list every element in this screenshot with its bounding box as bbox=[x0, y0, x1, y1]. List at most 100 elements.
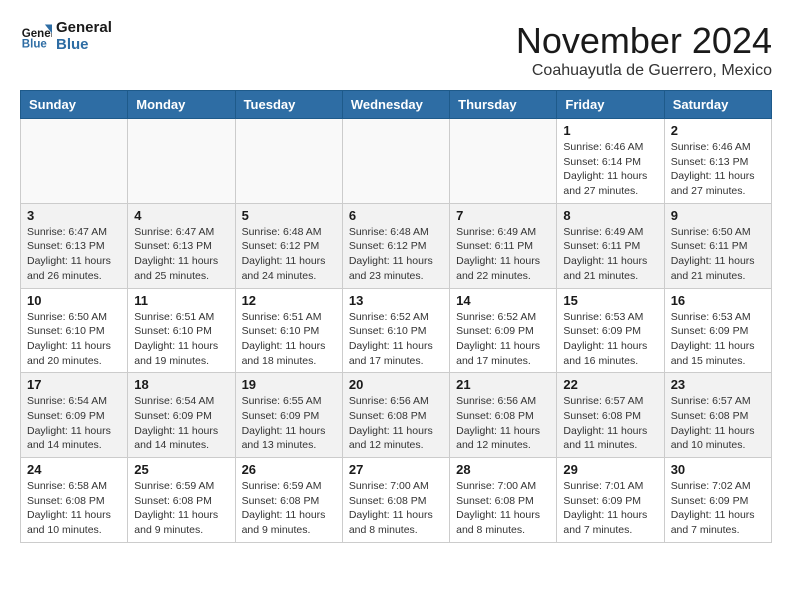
day-number: 18 bbox=[134, 377, 228, 392]
day-number: 30 bbox=[671, 462, 765, 477]
day-info: Sunrise: 6:52 AMSunset: 6:10 PMDaylight:… bbox=[349, 310, 443, 369]
day-info: Sunrise: 6:46 AMSunset: 6:14 PMDaylight:… bbox=[563, 140, 657, 199]
day-number: 22 bbox=[563, 377, 657, 392]
day-info: Sunrise: 7:02 AMSunset: 6:09 PMDaylight:… bbox=[671, 479, 765, 538]
day-number: 12 bbox=[242, 293, 336, 308]
calendar-cell bbox=[128, 119, 235, 204]
calendar-cell bbox=[235, 119, 342, 204]
calendar-cell: 1 Sunrise: 6:46 AMSunset: 6:14 PMDaylight… bbox=[557, 119, 664, 204]
svg-text:Blue: Blue bbox=[22, 38, 48, 50]
day-info: Sunrise: 6:50 AMSunset: 6:11 PMDaylight:… bbox=[671, 225, 765, 284]
calendar-cell: 23 Sunrise: 6:57 AMSunset: 6:08 PMDayligh… bbox=[664, 373, 771, 458]
day-number: 13 bbox=[349, 293, 443, 308]
day-number: 21 bbox=[456, 377, 550, 392]
weekday-header-saturday: Saturday bbox=[664, 91, 771, 119]
day-info: Sunrise: 6:54 AMSunset: 6:09 PMDaylight:… bbox=[134, 394, 228, 453]
day-info: Sunrise: 6:51 AMSunset: 6:10 PMDaylight:… bbox=[134, 310, 228, 369]
day-info: Sunrise: 6:57 AMSunset: 6:08 PMDaylight:… bbox=[671, 394, 765, 453]
day-number: 26 bbox=[242, 462, 336, 477]
day-number: 25 bbox=[134, 462, 228, 477]
calendar-cell bbox=[342, 119, 449, 204]
weekday-header-tuesday: Tuesday bbox=[235, 91, 342, 119]
logo: General Blue General Blue bbox=[20, 20, 112, 53]
day-number: 23 bbox=[671, 377, 765, 392]
calendar-cell: 6 Sunrise: 6:48 AMSunset: 6:12 PMDaylight… bbox=[342, 203, 449, 288]
day-info: Sunrise: 6:46 AMSunset: 6:13 PMDaylight:… bbox=[671, 140, 765, 199]
day-number: 17 bbox=[27, 377, 121, 392]
calendar-cell bbox=[450, 119, 557, 204]
logo-blue: Blue bbox=[56, 37, 112, 54]
calendar-cell: 27 Sunrise: 7:00 AMSunset: 6:08 PMDayligh… bbox=[342, 458, 449, 543]
calendar-cell: 3 Sunrise: 6:47 AMSunset: 6:13 PMDaylight… bbox=[21, 203, 128, 288]
day-number: 1 bbox=[563, 123, 657, 138]
day-info: Sunrise: 6:57 AMSunset: 6:08 PMDaylight:… bbox=[563, 394, 657, 453]
calendar-cell: 14 Sunrise: 6:52 AMSunset: 6:09 PMDayligh… bbox=[450, 288, 557, 373]
calendar-cell: 22 Sunrise: 6:57 AMSunset: 6:08 PMDayligh… bbox=[557, 373, 664, 458]
calendar-cell: 2Sunrise: 6:46 AMSunset: 6:13 PMDaylight… bbox=[664, 119, 771, 204]
calendar-cell: 9 Sunrise: 6:50 AMSunset: 6:11 PMDaylight… bbox=[664, 203, 771, 288]
title-area: November 2024 Coahuayutla de Guerrero, M… bbox=[516, 20, 772, 80]
day-number: 4 bbox=[134, 208, 228, 223]
day-info: Sunrise: 6:58 AMSunset: 6:08 PMDaylight:… bbox=[27, 479, 121, 538]
calendar-cell: 30 Sunrise: 7:02 AMSunset: 6:09 PMDayligh… bbox=[664, 458, 771, 543]
day-info: Sunrise: 6:54 AMSunset: 6:09 PMDaylight:… bbox=[27, 394, 121, 453]
calendar-cell: 5Sunrise: 6:48 AMSunset: 6:12 PMDaylight… bbox=[235, 203, 342, 288]
day-info: Sunrise: 6:49 AMSunset: 6:11 PMDaylight:… bbox=[456, 225, 550, 284]
day-number: 5 bbox=[242, 208, 336, 223]
calendar-cell: 18 Sunrise: 6:54 AMSunset: 6:09 PMDayligh… bbox=[128, 373, 235, 458]
day-info: Sunrise: 7:00 AMSunset: 6:08 PMDaylight:… bbox=[349, 479, 443, 538]
calendar-cell: 15Sunrise: 6:53 AMSunset: 6:09 PMDayligh… bbox=[557, 288, 664, 373]
day-info: Sunrise: 6:59 AMSunset: 6:08 PMDaylight:… bbox=[134, 479, 228, 538]
day-info: Sunrise: 6:59 AMSunset: 6:08 PMDaylight:… bbox=[242, 479, 336, 538]
weekday-header-wednesday: Wednesday bbox=[342, 91, 449, 119]
day-info: Sunrise: 6:50 AMSunset: 6:10 PMDaylight:… bbox=[27, 310, 121, 369]
day-number: 14 bbox=[456, 293, 550, 308]
day-number: 20 bbox=[349, 377, 443, 392]
day-info: Sunrise: 6:53 AMSunset: 6:09 PMDaylight:… bbox=[671, 310, 765, 369]
calendar-cell bbox=[21, 119, 128, 204]
day-info: Sunrise: 6:56 AMSunset: 6:08 PMDaylight:… bbox=[456, 394, 550, 453]
calendar-cell: 10 Sunrise: 6:50 AMSunset: 6:10 PMDayligh… bbox=[21, 288, 128, 373]
day-info: Sunrise: 7:00 AMSunset: 6:08 PMDaylight:… bbox=[456, 479, 550, 538]
day-number: 3 bbox=[27, 208, 121, 223]
day-number: 16 bbox=[671, 293, 765, 308]
weekday-header-monday: Monday bbox=[128, 91, 235, 119]
day-number: 11 bbox=[134, 293, 228, 308]
day-number: 8 bbox=[563, 208, 657, 223]
day-info: Sunrise: 6:55 AMSunset: 6:09 PMDaylight:… bbox=[242, 394, 336, 453]
month-title: November 2024 bbox=[516, 20, 772, 62]
day-info: Sunrise: 6:47 AMSunset: 6:13 PMDaylight:… bbox=[134, 225, 228, 284]
calendar-cell: 17 Sunrise: 6:54 AMSunset: 6:09 PMDayligh… bbox=[21, 373, 128, 458]
day-number: 19 bbox=[242, 377, 336, 392]
calendar-cell: 13 Sunrise: 6:52 AMSunset: 6:10 PMDayligh… bbox=[342, 288, 449, 373]
calendar-cell: 4 Sunrise: 6:47 AMSunset: 6:13 PMDaylight… bbox=[128, 203, 235, 288]
calendar-cell: 21 Sunrise: 6:56 AMSunset: 6:08 PMDayligh… bbox=[450, 373, 557, 458]
day-number: 29 bbox=[563, 462, 657, 477]
day-number: 24 bbox=[27, 462, 121, 477]
calendar-cell: 11 Sunrise: 6:51 AMSunset: 6:10 PMDayligh… bbox=[128, 288, 235, 373]
location-title: Coahuayutla de Guerrero, Mexico bbox=[516, 62, 772, 80]
logo-icon: General Blue bbox=[20, 21, 52, 53]
calendar-cell: 20Sunrise: 6:56 AMSunset: 6:08 PMDayligh… bbox=[342, 373, 449, 458]
calendar-cell: 28 Sunrise: 7:00 AMSunset: 6:08 PMDayligh… bbox=[450, 458, 557, 543]
day-number: 9 bbox=[671, 208, 765, 223]
logo-general: General bbox=[56, 20, 112, 37]
calendar-cell: 25 Sunrise: 6:59 AMSunset: 6:08 PMDayligh… bbox=[128, 458, 235, 543]
calendar-cell: 7Sunrise: 6:49 AMSunset: 6:11 PMDaylight… bbox=[450, 203, 557, 288]
day-info: Sunrise: 6:47 AMSunset: 6:13 PMDaylight:… bbox=[27, 225, 121, 284]
day-number: 6 bbox=[349, 208, 443, 223]
day-number: 10 bbox=[27, 293, 121, 308]
calendar-cell: 24 Sunrise: 6:58 AMSunset: 6:08 PMDayligh… bbox=[21, 458, 128, 543]
calendar-cell: 16 Sunrise: 6:53 AMSunset: 6:09 PMDayligh… bbox=[664, 288, 771, 373]
day-info: Sunrise: 6:51 AMSunset: 6:10 PMDaylight:… bbox=[242, 310, 336, 369]
day-info: Sunrise: 7:01 AMSunset: 6:09 PMDaylight:… bbox=[563, 479, 657, 538]
calendar-table: SundayMondayTuesdayWednesdayThursdayFrid… bbox=[20, 90, 772, 543]
day-number: 28 bbox=[456, 462, 550, 477]
weekday-header-thursday: Thursday bbox=[450, 91, 557, 119]
day-info: Sunrise: 6:52 AMSunset: 6:09 PMDaylight:… bbox=[456, 310, 550, 369]
weekday-header-sunday: Sunday bbox=[21, 91, 128, 119]
day-number: 27 bbox=[349, 462, 443, 477]
calendar-cell: 29 Sunrise: 7:01 AMSunset: 6:09 PMDayligh… bbox=[557, 458, 664, 543]
day-info: Sunrise: 6:48 AMSunset: 6:12 PMDaylight:… bbox=[349, 225, 443, 284]
calendar-cell: 8Sunrise: 6:49 AMSunset: 6:11 PMDaylight… bbox=[557, 203, 664, 288]
